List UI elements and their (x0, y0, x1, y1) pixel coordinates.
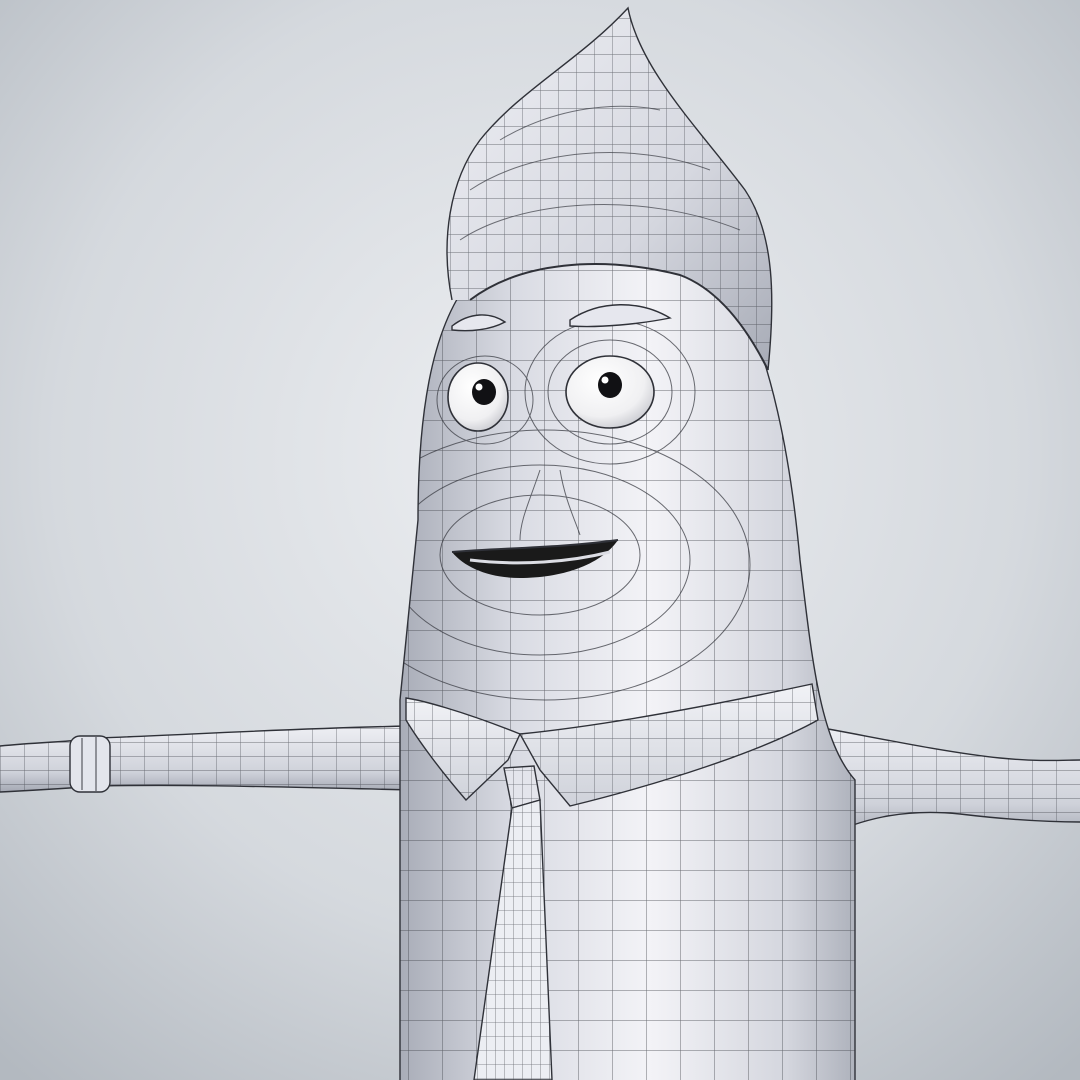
left-wrist-band (69, 735, 111, 793)
left-pupil (472, 379, 496, 405)
right-eye (565, 355, 655, 429)
left-eye (447, 362, 509, 432)
render-viewport (0, 0, 1080, 1080)
right-pupil (598, 372, 622, 398)
character-render (0, 0, 1080, 1080)
